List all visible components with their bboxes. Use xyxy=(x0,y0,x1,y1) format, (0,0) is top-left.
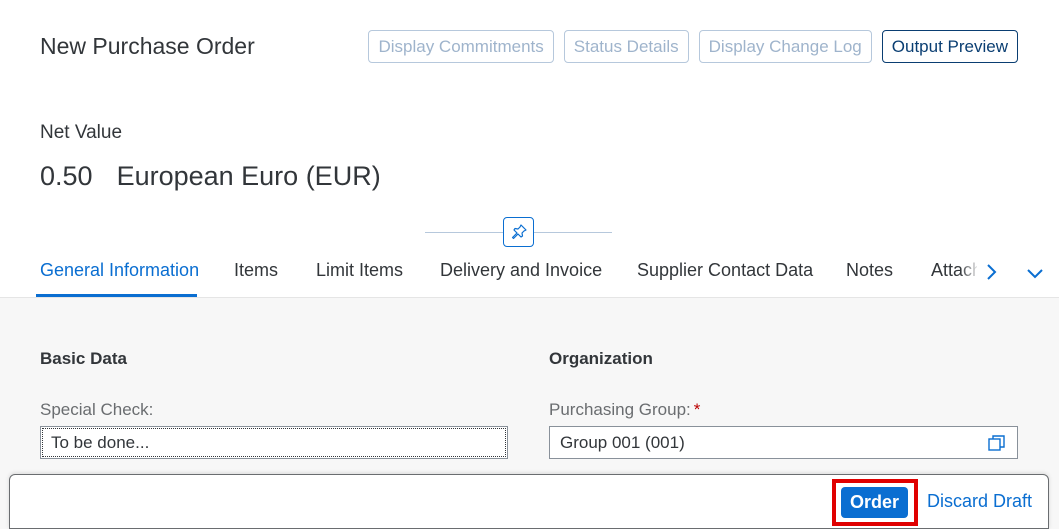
status-details-button[interactable]: Status Details xyxy=(563,30,689,63)
tab-items[interactable]: Items xyxy=(234,260,278,281)
pin-header-button[interactable] xyxy=(503,217,534,247)
purchasing-group-value: Group 001 (001) xyxy=(560,433,685,452)
special-check-input[interactable]: To be done... xyxy=(40,426,508,459)
object-page-header: New Purchase Order Display Commitments S… xyxy=(0,0,1059,297)
discard-draft-button[interactable]: Discard Draft xyxy=(927,491,1032,512)
organization-title: Organization xyxy=(549,349,653,368)
header-actions: Display Commitments Status Details Displ… xyxy=(368,30,1018,63)
order-button[interactable]: Order xyxy=(841,487,908,518)
net-value: 0.50 European Euro (EUR) xyxy=(40,161,381,192)
tab-supplier-contact-data[interactable]: Supplier Contact Data xyxy=(637,260,813,281)
section-tabs: General Information Items Limit Items De… xyxy=(0,248,1059,297)
footer-toolbar: Order Discard Draft xyxy=(9,474,1049,529)
page-title: New Purchase Order xyxy=(40,33,255,59)
tab-notes[interactable]: Notes xyxy=(846,260,893,281)
header-divider-right xyxy=(534,232,612,233)
pin-icon xyxy=(511,224,527,240)
chevron-right-icon[interactable] xyxy=(983,260,1001,284)
output-preview-button[interactable]: Output Preview xyxy=(881,30,1018,63)
value-help-icon[interactable] xyxy=(987,433,1007,453)
display-change-log-button[interactable]: Display Change Log xyxy=(698,30,872,63)
net-value-label: Net Value xyxy=(40,122,123,143)
tab-fade xyxy=(960,248,980,297)
header-divider-left xyxy=(425,232,503,233)
tab-limit-items[interactable]: Limit Items xyxy=(316,260,403,281)
net-value-amount: 0.50 xyxy=(40,161,93,191)
tab-delivery-and-invoice[interactable]: Delivery and Invoice xyxy=(440,260,602,281)
purchasing-group-label: Purchasing Group: * xyxy=(549,400,701,419)
tab-general-information[interactable]: General Information xyxy=(40,260,199,281)
chevron-down-icon[interactable] xyxy=(1025,263,1045,283)
basic-data-title: Basic Data xyxy=(40,349,127,368)
purchasing-group-input[interactable]: Group 001 (001) xyxy=(549,426,1018,459)
net-value-currency: European Euro (EUR) xyxy=(116,161,381,191)
required-marker: * xyxy=(693,400,701,419)
special-check-label: Special Check: xyxy=(40,400,154,419)
display-commitments-button[interactable]: Display Commitments xyxy=(368,30,554,63)
